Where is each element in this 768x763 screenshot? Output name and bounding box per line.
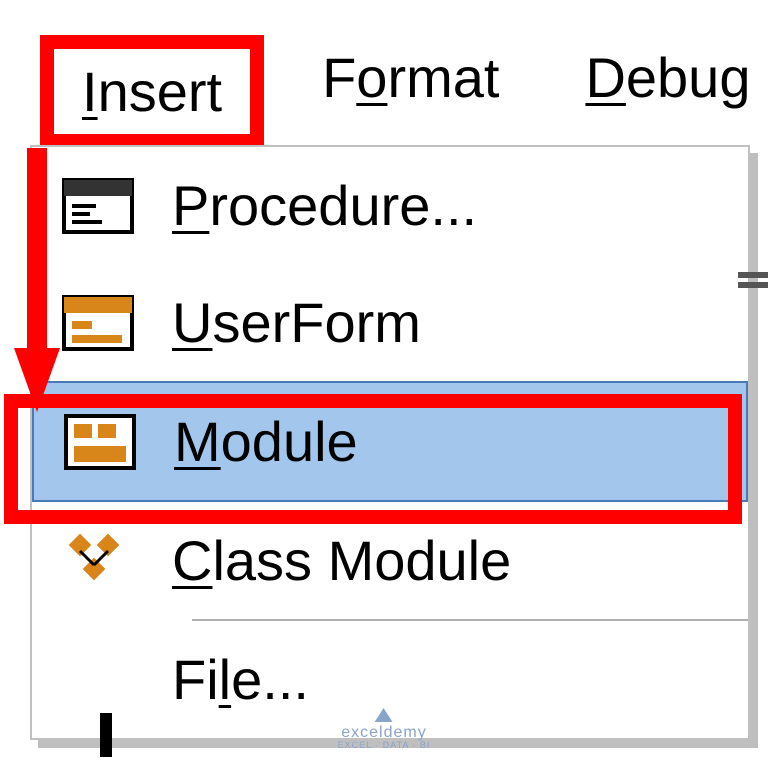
menu-format[interactable]: Format [294,35,527,148]
menu-debug[interactable]: Debug [557,35,768,148]
procedure-icon [62,176,134,236]
menu-insert[interactable]: Insert [40,35,264,148]
menu-format-label: Format [322,46,499,109]
menu-insert-rest: nsert [98,60,223,123]
insert-dropdown: Procedure... UserForm Module [30,145,750,740]
watermark: exceldemy EXCEL · DATA · BI [338,708,431,751]
menu-debug-rest: ebug [626,46,751,109]
watermark-brand: exceldemy [338,724,431,742]
menu-insert-underline: I [82,60,98,123]
bottom-bar-artifact [100,713,112,757]
dropdown-item-userform[interactable]: UserForm [32,264,748,381]
menubar: Insert Format Debug [40,35,768,148]
dropdown-item-module[interactable]: Module [32,381,748,502]
module-icon [64,412,136,472]
dropdown-item-class-module[interactable]: Class Module [32,502,748,619]
dropdown-item-label: Procedure... [172,173,477,238]
watermark-tagline: EXCEL · DATA · BI [338,741,431,751]
dropdown-item-label: UserForm [172,290,421,355]
menu-debug-underline: D [585,46,625,109]
class-module-icon [62,531,134,591]
dropdown-item-label: Class Module [172,528,511,593]
dropdown-item-procedure[interactable]: Procedure... [32,147,748,264]
dropdown-item-label: File... [172,647,309,712]
file-icon-spacer [62,650,134,710]
dropdown-item-label: Module [174,409,358,474]
userform-icon [62,293,134,353]
edge-line-artifact [738,272,768,278]
